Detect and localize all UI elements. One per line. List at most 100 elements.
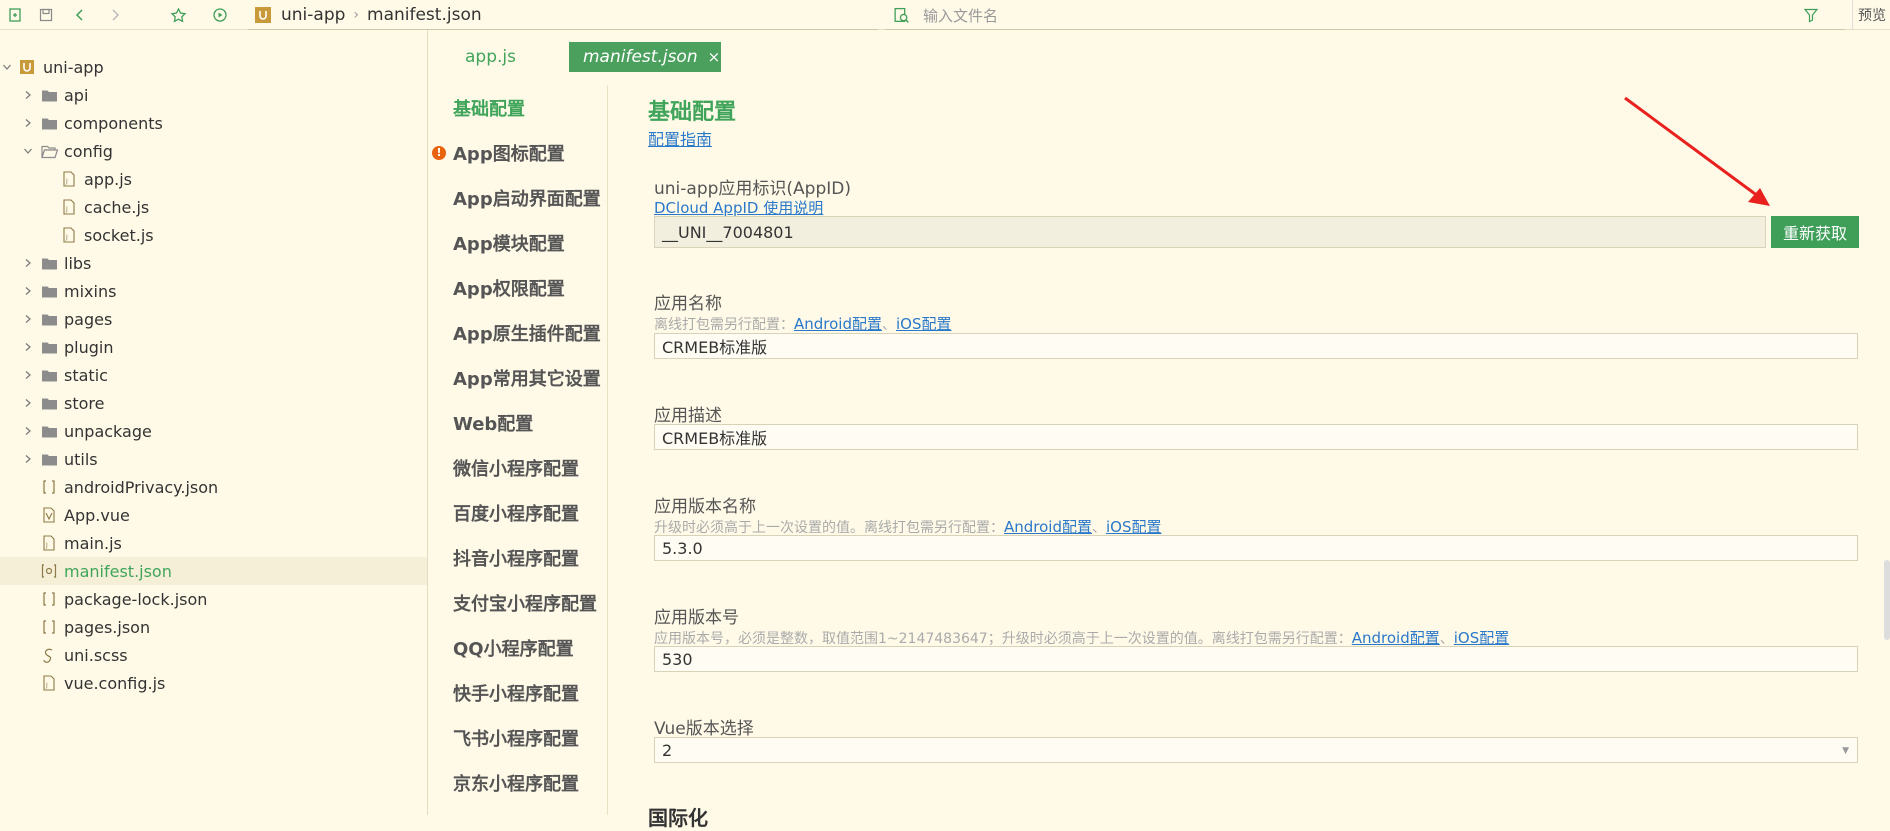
tree-item[interactable]: components [0, 109, 427, 137]
project-icon [18, 58, 36, 76]
project-icon [255, 7, 271, 23]
tree-item[interactable]: libs [0, 249, 427, 277]
tree-item[interactable]: Jvue.config.js [0, 669, 427, 697]
config-nav-item[interactable]: 支付宝小程序配置 [428, 580, 608, 625]
js-file-icon: J [60, 226, 78, 244]
tree-item-root[interactable]: uni-app [0, 53, 427, 81]
js-file-icon: J [60, 198, 78, 216]
close-icon[interactable]: × [708, 48, 721, 66]
android-config-link[interactable]: Android配置 [1352, 629, 1440, 647]
config-nav-item[interactable]: App权限配置 [428, 265, 608, 310]
tree-item[interactable]: mixins [0, 277, 427, 305]
config-nav-item[interactable]: 飞书小程序配置 [428, 715, 608, 760]
star-icon[interactable] [167, 4, 189, 26]
filter-icon[interactable] [1803, 7, 1819, 23]
vue-version-select[interactable]: 2 ▼ [654, 737, 1858, 763]
tree-item[interactable]: manifest.json [0, 557, 427, 585]
config-nav-item[interactable]: 京东小程序配置 [428, 760, 608, 805]
ios-config-link[interactable]: iOS配置 [896, 315, 952, 333]
version-code-label: 应用版本号 [654, 608, 739, 628]
android-config-link[interactable]: Android配置 [794, 315, 882, 333]
config-nav-item[interactable]: 基础配置 [428, 85, 608, 130]
version-name-input[interactable] [654, 535, 1858, 561]
tree-item[interactable]: uni.scss [0, 641, 427, 669]
version-code-input[interactable] [654, 646, 1858, 672]
tree-item-label: components [64, 113, 163, 133]
tree-item[interactable]: unpackage [0, 417, 427, 445]
tree-item[interactable]: androidPrivacy.json [0, 473, 427, 501]
tree-item[interactable]: plugin [0, 333, 427, 361]
chevron-right-icon[interactable] [21, 452, 35, 466]
tree-item[interactable]: App.vue [0, 501, 427, 529]
save-icon[interactable] [35, 4, 57, 26]
tab-app-js[interactable]: app.js [465, 42, 516, 72]
version-code-hint: 应用版本号，必须是整数，取值范围1~2147483647；升级时必须高于上一次设… [654, 627, 1509, 648]
json-file-icon [40, 618, 58, 636]
tree-item[interactable]: static [0, 361, 427, 389]
config-nav-item[interactable]: 微信小程序配置 [428, 445, 608, 490]
chevron-right-icon[interactable] [21, 284, 35, 298]
run-icon[interactable] [209, 4, 231, 26]
back-icon[interactable] [69, 4, 91, 26]
config-nav-item[interactable]: App模块配置 [428, 220, 608, 265]
tree-item[interactable]: Jsocket.js [0, 221, 427, 249]
svg-text:J: J [45, 682, 48, 689]
scrollbar-thumb[interactable] [1884, 560, 1890, 640]
file-search-input[interactable] [921, 4, 1805, 28]
tree-item[interactable]: Japp.js [0, 165, 427, 193]
config-nav-item[interactable]: 百度小程序配置 [428, 490, 608, 535]
hint-separator: 、 [1439, 631, 1454, 647]
chevron-right-icon[interactable] [21, 116, 35, 130]
tree-item[interactable]: package-lock.json [0, 585, 427, 613]
tree-item[interactable]: store [0, 389, 427, 417]
config-nav-item[interactable]: Web配置 [428, 400, 608, 445]
chevron-right-icon[interactable] [21, 368, 35, 382]
breadcrumb-project[interactable]: uni-app [281, 5, 345, 25]
config-nav-item[interactable]: 快手小程序配置 [428, 670, 608, 715]
tree-item[interactable]: utils [0, 445, 427, 473]
forward-icon[interactable] [104, 4, 126, 26]
tree-item[interactable]: Jcache.js [0, 193, 427, 221]
new-file-icon[interactable] [4, 4, 26, 26]
config-nav-label: 抖音小程序配置 [453, 548, 579, 570]
chevron-down-icon[interactable] [0, 60, 14, 74]
config-nav-item[interactable]: App启动界面配置 [428, 175, 608, 220]
config-nav-item[interactable]: App常用其它设置 [428, 355, 608, 400]
config-guide-link[interactable]: 配置指南 [648, 126, 712, 150]
scss-file-icon [40, 646, 58, 664]
chevron-right-icon[interactable] [21, 312, 35, 326]
tree-item-label: pages.json [64, 617, 151, 637]
app-desc-label: 应用描述 [654, 406, 722, 426]
tree-item[interactable]: pages [0, 305, 427, 333]
chevron-right-icon[interactable] [21, 256, 35, 270]
tree-item-label: config [64, 141, 113, 161]
chevron-right-icon[interactable] [21, 340, 35, 354]
tree-item[interactable]: config [0, 137, 427, 165]
appid-help-link[interactable]: DCloud AppID 使用说明 [654, 199, 823, 217]
tab-manifest-json[interactable]: manifest.json × [569, 42, 721, 72]
chevron-right-icon[interactable] [21, 396, 35, 410]
appid-field[interactable]: __UNI__7004801 [654, 216, 1766, 248]
config-nav-item[interactable]: 抖音小程序配置 [428, 535, 608, 580]
ios-config-link[interactable]: iOS配置 [1106, 518, 1162, 536]
config-nav-item[interactable]: App原生插件配置 [428, 310, 608, 355]
chevron-right-icon[interactable] [21, 88, 35, 102]
refetch-appid-button[interactable]: 重新获取 [1771, 216, 1859, 248]
tree-item[interactable]: api [0, 81, 427, 109]
ios-config-link[interactable]: iOS配置 [1454, 629, 1510, 647]
app-desc-input[interactable] [654, 424, 1858, 450]
tree-item[interactable]: Jmain.js [0, 529, 427, 557]
preview-button[interactable]: 预览 [1852, 0, 1890, 30]
folder-icon [40, 254, 58, 272]
app-name-input[interactable] [654, 333, 1858, 359]
config-nav-item[interactable]: ! App图标配置 [428, 130, 608, 175]
chevron-down-icon[interactable] [21, 144, 35, 158]
breadcrumb-file[interactable]: manifest.json [367, 5, 482, 25]
tree-item[interactable]: pages.json [0, 613, 427, 641]
config-nav-item[interactable]: QQ小程序配置 [428, 625, 608, 670]
android-config-link[interactable]: Android配置 [1004, 518, 1092, 536]
vue-version-label: Vue版本选择 [654, 719, 754, 739]
tree-item-label: main.js [64, 533, 122, 553]
chevron-right-icon[interactable] [21, 424, 35, 438]
config-nav-label: App图标配置 [453, 143, 565, 165]
